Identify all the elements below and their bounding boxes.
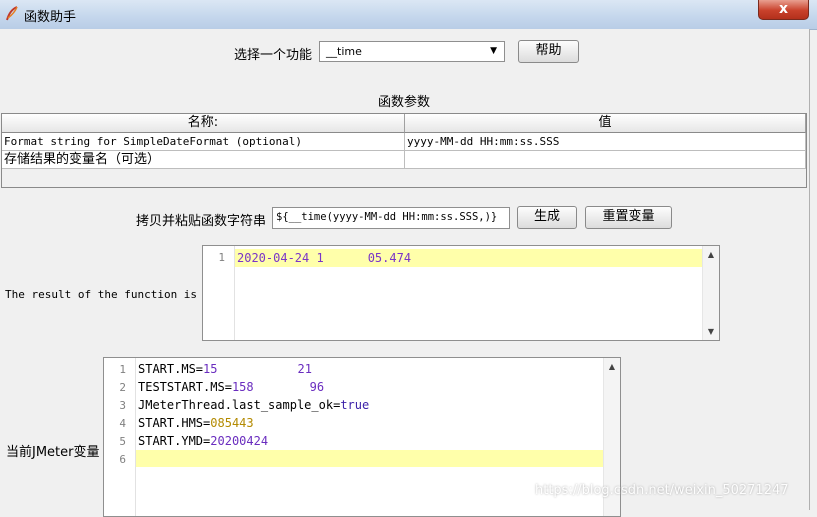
scroll-up-icon[interactable]: ▲	[703, 250, 719, 259]
line-number: 3	[119, 399, 126, 412]
var-value: 158	[231, 380, 254, 394]
param-value-cell[interactable]: yyyy-MM-dd HH:mm:ss.SSS	[405, 133, 806, 151]
var-value: 20200424	[210, 434, 269, 448]
line-number: 5	[119, 435, 126, 448]
var-key: START.HMS	[138, 416, 204, 430]
var-key: JMeterThread.last_sample_ok	[138, 398, 334, 412]
var-value: true	[340, 398, 370, 412]
code-line: START.HMS=085443	[138, 414, 254, 432]
function-select-value: __time	[326, 45, 362, 58]
function-select[interactable]: __time ▼	[319, 41, 505, 62]
column-header-name[interactable]: 名称:	[2, 114, 405, 133]
code-line: 2020-04-24 1 05.474	[237, 249, 411, 267]
title-bar: 函数助手 x	[0, 0, 817, 30]
code-line: JMeterThread.last_sample_ok=true	[138, 396, 369, 414]
var-value: 96	[309, 380, 325, 394]
generate-button[interactable]: 生成	[517, 206, 577, 229]
param-name-cell: 存储结果的变量名（可选）	[2, 151, 405, 169]
var-eq: =	[195, 362, 204, 376]
chevron-down-icon: ▼	[490, 46, 497, 56]
var-key: START.MS	[138, 362, 196, 376]
column-header-value[interactable]: 值	[405, 114, 806, 133]
var-eq: =	[224, 380, 232, 394]
line-number: 6	[119, 453, 126, 466]
param-value-cell[interactable]	[405, 151, 806, 169]
var-key: START.YMD	[138, 434, 204, 448]
var-value: 15	[203, 362, 218, 376]
result-text: 2020-04-24 1	[237, 251, 324, 265]
param-name-cell: Format string for SimpleDateFormat (opti…	[2, 133, 405, 151]
var-value: 085443	[210, 416, 254, 430]
watermark: https://blog.csdn.net/weixin_50271247	[535, 483, 789, 498]
window-title: 函数助手	[24, 10, 77, 25]
line-number: 1	[119, 363, 126, 376]
jmeter-vars-label: 当前JMeter变量	[6, 445, 100, 460]
copy-paste-label: 拷贝并粘贴函数字符串	[136, 214, 267, 229]
close-button[interactable]: x	[758, 0, 809, 20]
code-line: TESTSTART.MS=158 96	[138, 378, 324, 396]
line-number: 2	[119, 381, 126, 394]
reset-variables-button[interactable]: 重置变量	[585, 206, 672, 229]
function-string-field[interactable]: ${__time(yyyy-MM-dd HH:mm:ss.SSS,)}	[272, 207, 510, 229]
feather-icon	[6, 6, 18, 21]
code-line: START.YMD=20200424	[138, 432, 268, 450]
params-table: 名称: 值 Format string for SimpleDateFormat…	[1, 113, 807, 188]
current-line-highlight	[136, 450, 604, 467]
line-number: 1	[218, 251, 225, 264]
scroll-up-icon[interactable]: ▲	[604, 362, 620, 371]
var-value: 21	[297, 362, 312, 376]
help-button[interactable]: 帮助	[518, 40, 579, 63]
line-number: 4	[119, 417, 126, 430]
result-label: The result of the function is	[5, 288, 198, 301]
function-select-label: 选择一个功能	[234, 48, 313, 63]
result-text: 05.474	[367, 251, 412, 265]
var-key: TESTSTART.MS	[138, 380, 225, 394]
params-section-title: 函数参数	[378, 95, 431, 110]
result-editor[interactable]: 1 2020-04-24 1 05.474 ▲ ▼	[202, 245, 720, 341]
scroll-down-icon[interactable]: ▼	[703, 327, 719, 336]
code-line: START.MS=15 21	[138, 360, 312, 378]
vertical-scrollbar[interactable]: ▲ ▼	[702, 246, 719, 340]
